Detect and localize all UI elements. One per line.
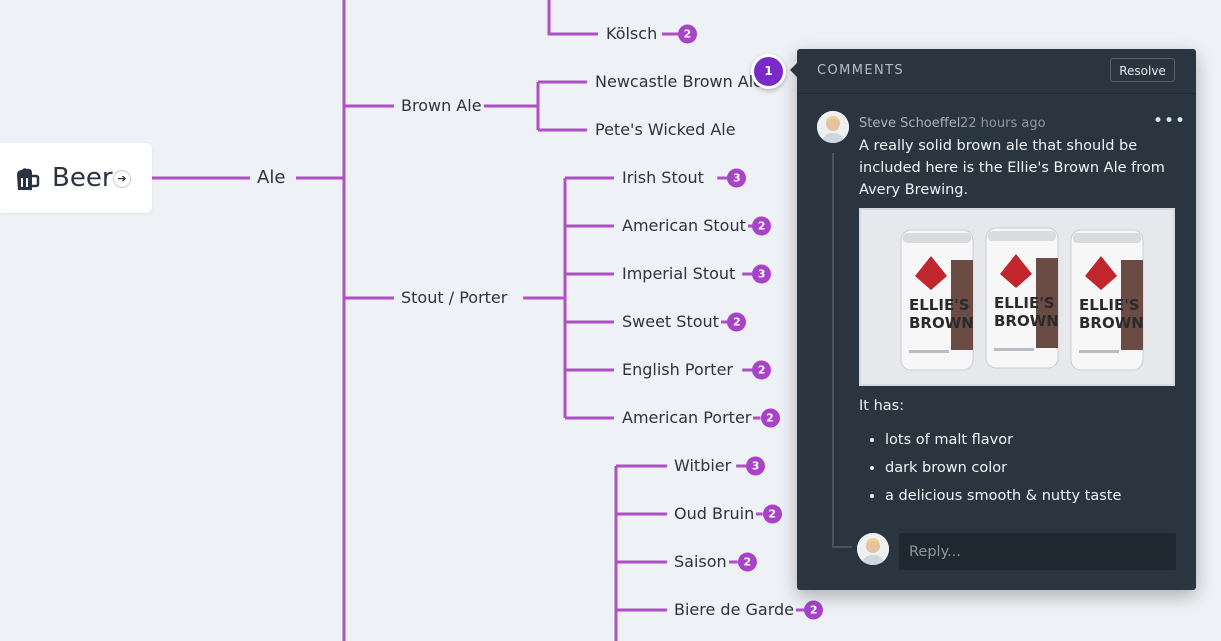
arrow-right-icon[interactable]: ➔ bbox=[113, 170, 131, 188]
count-badge[interactable]: 3 bbox=[746, 456, 766, 476]
node-leaf[interactable]: Kölsch bbox=[604, 24, 660, 44]
comment-bullet-list: lots of malt flavor dark brown color a d… bbox=[859, 426, 1121, 510]
comments-panel: COMMENTS Resolve Steve Schoeffel 22 hour… bbox=[790, 49, 1196, 590]
thread-elbow bbox=[832, 546, 852, 548]
svg-text:ELLIE'S: ELLIE'S bbox=[1079, 296, 1140, 314]
beer-can: ELLIE'SBROWN bbox=[1070, 229, 1144, 371]
author-avatar bbox=[817, 111, 849, 143]
node-leaf[interactable]: American Stout bbox=[620, 216, 748, 236]
comment-image[interactable]: ELLIE'S BROWN ELLIE'S BROWN ELLIE'S BROWN bbox=[859, 208, 1175, 386]
node-leaf[interactable]: Witbier bbox=[672, 456, 734, 476]
more-horizontal-icon[interactable]: ••• bbox=[1153, 111, 1186, 131]
svg-text:BROWN: BROWN bbox=[994, 312, 1059, 330]
comment-it-has: It has: bbox=[859, 398, 905, 414]
comment-author: Steve Schoeffel bbox=[859, 116, 961, 131]
count-badge[interactable]: 2 bbox=[752, 216, 772, 236]
bullet-item: lots of malt flavor bbox=[885, 426, 1121, 454]
svg-text:ELLIE'S: ELLIE'S bbox=[994, 294, 1055, 312]
count-badge[interactable]: 2 bbox=[737, 552, 757, 572]
comments-title: COMMENTS bbox=[817, 63, 905, 78]
resolve-button[interactable]: Resolve bbox=[1110, 58, 1175, 82]
count-badge[interactable]: 2 bbox=[727, 312, 747, 332]
node-leaf[interactable]: Biere de Garde bbox=[672, 600, 797, 620]
comment-time: 22 hours ago bbox=[960, 116, 1046, 131]
count-badge[interactable]: 2 bbox=[752, 360, 772, 380]
node-ale[interactable]: Ale bbox=[255, 168, 288, 188]
svg-text:BROWN: BROWN bbox=[1079, 314, 1144, 332]
panel-caret bbox=[790, 63, 797, 77]
root-node-card[interactable]: Beer ➔ bbox=[0, 143, 152, 213]
node-leaf[interactable]: Irish Stout bbox=[620, 168, 706, 188]
count-badge[interactable]: 2 bbox=[804, 600, 824, 620]
bullet-item: a delicious smooth & nutty taste bbox=[885, 482, 1121, 510]
node-leaf[interactable]: Sweet Stout bbox=[620, 312, 721, 332]
count-badge[interactable]: 3 bbox=[727, 168, 747, 188]
tree-connector bbox=[547, 0, 598, 36]
node-group[interactable]: Brown Ale bbox=[399, 96, 484, 116]
node-leaf[interactable]: Oud Bruin bbox=[672, 504, 757, 524]
node-leaf[interactable]: Saison bbox=[672, 552, 729, 572]
node-leaf[interactable]: Imperial Stout bbox=[620, 264, 738, 284]
comments-header: COMMENTS Resolve bbox=[797, 49, 1196, 94]
node-leaf[interactable]: English Porter bbox=[620, 360, 735, 380]
thread-line bbox=[832, 153, 834, 548]
count-badge[interactable]: 3 bbox=[752, 264, 772, 284]
reply-input[interactable] bbox=[899, 533, 1176, 570]
reply-avatar bbox=[857, 533, 889, 565]
count-badge[interactable]: 2 bbox=[760, 408, 780, 428]
count-badge[interactable]: 2 bbox=[678, 24, 697, 44]
beer-can: ELLIE'SBROWN bbox=[900, 229, 974, 371]
node-leaf[interactable]: Pete's Wicked Ale bbox=[593, 120, 738, 140]
svg-text:BROWN: BROWN bbox=[909, 314, 974, 332]
comment-text: A really solid brown ale that should be … bbox=[859, 138, 1165, 198]
beer-can: ELLIE'SBROWN bbox=[985, 227, 1059, 369]
node-leaf[interactable]: American Porter bbox=[620, 408, 754, 428]
root-node-label: Beer bbox=[52, 163, 113, 193]
svg-text:ELLIE'S: ELLIE'S bbox=[909, 296, 970, 314]
beer-mug-icon bbox=[14, 166, 40, 196]
bullet-item: dark brown color bbox=[885, 454, 1121, 482]
comment-marker[interactable]: 1 bbox=[751, 54, 786, 89]
count-badge[interactable]: 2 bbox=[762, 504, 782, 524]
node-leaf[interactable]: Newcastle Brown Ale bbox=[593, 72, 766, 92]
node-group[interactable]: Stout / Porter bbox=[399, 288, 510, 308]
